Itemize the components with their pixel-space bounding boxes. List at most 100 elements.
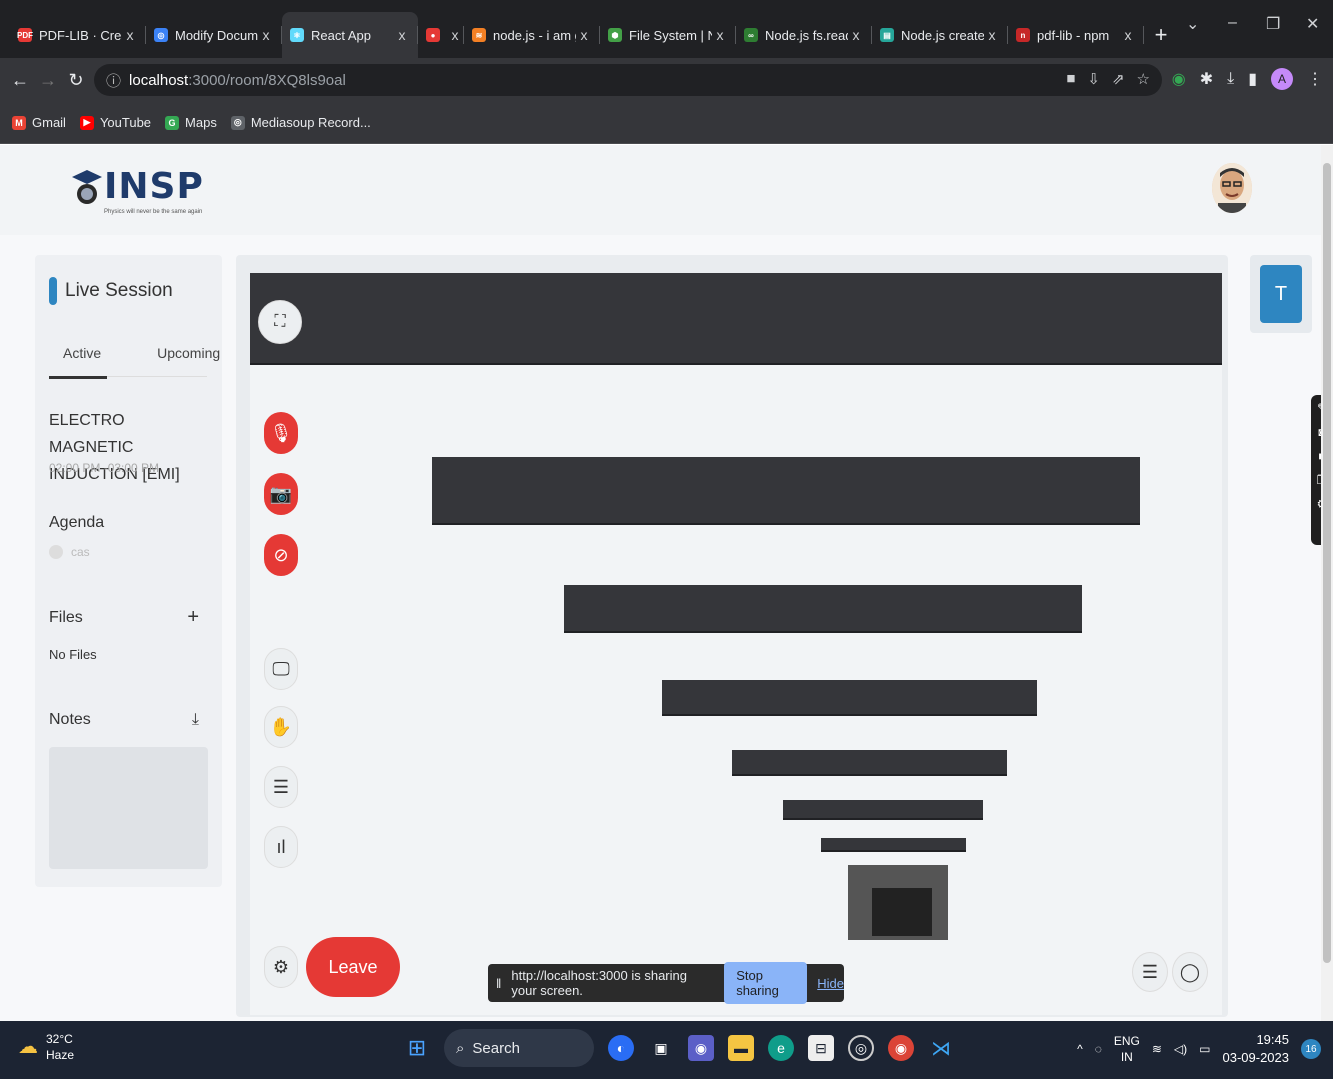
browser-tab[interactable]: ▤ Node.js createWrx: [872, 12, 1008, 58]
browser-tab[interactable]: PDF PDF-LIB · Create ax: [10, 12, 146, 58]
battery-icon[interactable]: ▭: [1199, 1042, 1210, 1056]
agenda-checkbox[interactable]: [49, 545, 63, 559]
tray-chevron-icon[interactable]: ^: [1077, 1042, 1083, 1056]
bookmark-icon: ◎: [230, 115, 245, 130]
fullscreen-button[interactable]: ⛶: [258, 300, 302, 344]
session-sidebar: Live Session Active Upcoming ELECTRO MAG…: [35, 255, 222, 887]
session-title[interactable]: ELECTRO MAGNETIC INDUCTION [EMI]: [49, 407, 209, 488]
bookmark-item[interactable]: ◎ Mediasoup Record...: [230, 115, 371, 130]
tab-close-icon[interactable]: x: [258, 27, 274, 43]
windows-taskbar: ☁ 32°C Haze ⊞ ⌕ Search ◐ ▣ ◉ ▬ e ⊟ ◎ ◉ ⋊…: [0, 1021, 1333, 1079]
hide-link[interactable]: Hide: [817, 976, 844, 991]
bookmark-item[interactable]: M Gmail: [12, 115, 66, 130]
install-icon[interactable]: ⇩: [1087, 70, 1100, 88]
participant-initial: T: [1260, 265, 1302, 323]
raise-hand-button[interactable]: ✋: [264, 706, 298, 748]
tab-active[interactable]: Active: [49, 343, 115, 379]
page-scrollbar[interactable]: [1321, 145, 1333, 1021]
chrome-icon[interactable]: ◉: [888, 1035, 914, 1061]
close-window-icon[interactable]: ✕: [1306, 14, 1319, 34]
back-icon[interactable]: ←: [6, 70, 34, 91]
camera-off-button[interactable]: 📷: [264, 473, 298, 515]
chat-bubble-button[interactable]: ◯: [1172, 952, 1208, 992]
wifi-icon[interactable]: ≋: [1152, 1042, 1162, 1056]
camera-icon[interactable]: ■: [1066, 70, 1075, 88]
start-icon[interactable]: ⊞: [404, 1035, 430, 1061]
screen-share-button[interactable]: 🖵: [264, 648, 298, 690]
copilot-icon[interactable]: ◐: [608, 1035, 634, 1061]
menu-kebab-icon[interactable]: ⋮: [1307, 69, 1323, 89]
bookmark-label: Maps: [185, 115, 217, 130]
taskbar-search[interactable]: ⌕ Search: [444, 1029, 594, 1067]
participant-tile[interactable]: T: [1250, 255, 1312, 333]
tab-favicon-icon: ◎: [154, 28, 168, 42]
bookmark-star-icon[interactable]: ☆: [1137, 70, 1150, 88]
tab-close-icon[interactable]: x: [848, 27, 864, 43]
notes-textarea[interactable]: [49, 747, 208, 869]
browser-tab[interactable]: ◎ Modify Documenx: [146, 12, 282, 58]
graduation-cap-icon: [72, 170, 102, 204]
sidepanel-icon[interactable]: ▮: [1248, 69, 1257, 89]
weather-widget[interactable]: ☁ 32°C Haze: [18, 1031, 74, 1063]
reload-icon[interactable]: ↻: [62, 70, 90, 91]
minimize-icon[interactable]: –: [1228, 14, 1237, 32]
notification-badge[interactable]: 16: [1301, 1039, 1321, 1059]
bookmark-label: Mediasoup Record...: [250, 115, 371, 130]
browser-tab[interactable]: ⚛ React App x: [282, 12, 418, 58]
forward-icon[interactable]: →: [34, 70, 62, 91]
language-indicator[interactable]: ENG IN: [1114, 1033, 1140, 1065]
puzzle-icon[interactable]: ✱: [1200, 69, 1213, 89]
restore-icon[interactable]: ❐: [1266, 14, 1280, 34]
notes-label: Notes: [49, 711, 91, 728]
new-tab-button[interactable]: +: [1144, 12, 1178, 58]
tab-close-icon[interactable]: x: [447, 27, 463, 43]
store-icon[interactable]: ⊟: [808, 1035, 834, 1061]
taskbar-apps: ⊞ ⌕ Search ◐ ▣ ◉ ▬ e ⊟ ◎ ◉ ⋊: [404, 1029, 954, 1067]
bookmark-item[interactable]: G Maps: [165, 115, 217, 130]
tab-close-icon[interactable]: x: [394, 27, 410, 43]
edge-icon[interactable]: e: [768, 1035, 794, 1061]
tab-search-icon[interactable]: ⌄: [1186, 14, 1199, 34]
tab-upcoming[interactable]: Upcoming: [143, 343, 234, 377]
mic-off-button[interactable]: 🎙: [264, 412, 298, 454]
chat-list-button[interactable]: ☰: [1132, 952, 1168, 992]
add-file-button[interactable]: +: [187, 607, 199, 627]
user-avatar[interactable]: [1212, 163, 1252, 213]
tab-close-icon[interactable]: x: [122, 27, 138, 43]
temperature: 32°C: [46, 1032, 73, 1046]
clock[interactable]: 19:45 03-09-2023: [1223, 1031, 1290, 1067]
settings-button[interactable]: ⚙: [264, 946, 298, 988]
poll-button[interactable]: ıl: [264, 826, 298, 868]
profile-avatar[interactable]: A: [1271, 68, 1293, 90]
download-notes-icon[interactable]: ⤓: [192, 711, 199, 729]
record-off-button[interactable]: ⊘: [264, 534, 298, 576]
tab-close-icon[interactable]: x: [1120, 27, 1136, 43]
tray-app-icon[interactable]: ◌: [1095, 1042, 1102, 1056]
tab-close-icon[interactable]: x: [712, 27, 728, 43]
agenda-item[interactable]: cas: [49, 545, 90, 559]
task-view-icon[interactable]: ▣: [648, 1035, 674, 1061]
address-bar[interactable]: ⓘ localhost:3000/room/8XQ8ls9oal ■ ⇩ ⇗ ☆: [94, 64, 1162, 96]
tab-close-icon[interactable]: x: [984, 27, 1000, 43]
leave-button[interactable]: Leave: [306, 937, 400, 997]
file-explorer-icon[interactable]: ▬: [728, 1035, 754, 1061]
site-info-icon[interactable]: ⓘ: [106, 70, 121, 91]
scroll-thumb[interactable]: [1323, 163, 1331, 963]
teams-icon[interactable]: ◉: [688, 1035, 714, 1061]
extension-icon[interactable]: ◉: [1172, 69, 1186, 89]
browser-tab[interactable]: ⬢ File System | Nodx: [600, 12, 736, 58]
obs-icon[interactable]: ◎: [848, 1035, 874, 1061]
share-icon[interactable]: ⇗: [1112, 70, 1125, 88]
stop-sharing-button[interactable]: Stop sharing: [724, 962, 808, 1004]
download-icon[interactable]: ⤓: [1227, 70, 1234, 88]
menu-button[interactable]: ☰: [264, 766, 298, 808]
browser-tab[interactable]: n pdf-lib - npm x: [1008, 12, 1144, 58]
browser-tab[interactable]: ≋ node.js - i am getx: [464, 12, 600, 58]
live-session-header: Live Session: [49, 277, 173, 305]
bookmark-item[interactable]: ▶ YouTube: [79, 115, 151, 130]
browser-tab[interactable]: ● x: [418, 12, 464, 58]
volume-icon[interactable]: ◁): [1174, 1042, 1187, 1056]
vscode-icon[interactable]: ⋊: [928, 1035, 954, 1061]
tab-close-icon[interactable]: x: [576, 27, 592, 43]
browser-tab[interactable]: ∞ Node.js fs.readFilx: [736, 12, 872, 58]
